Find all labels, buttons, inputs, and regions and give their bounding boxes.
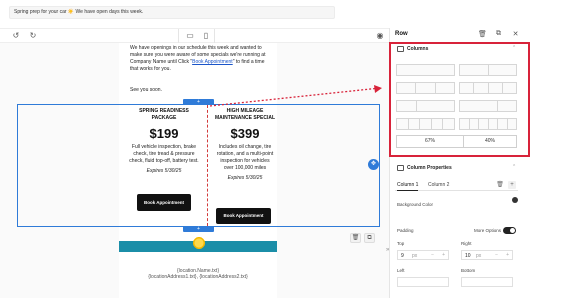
- padding-right-input[interactable]: 10 px − +: [461, 250, 513, 260]
- column-1-expires: Expires 5/30/25: [146, 168, 182, 174]
- padding-top-value: 9: [401, 253, 404, 259]
- chevron-up-icon[interactable]: ⌃: [512, 164, 516, 170]
- annotation-arrow: [209, 85, 382, 107]
- column-2-description: Includes oil change, tire rotation, and …: [216, 144, 274, 171]
- tab-column-1[interactable]: Column 1: [397, 181, 419, 191]
- column-1-description: Full vehicle inspection, brake check, ti…: [129, 144, 199, 164]
- column-1-title: SPRING READINESS PACKAGE: [139, 108, 189, 121]
- minus-icon[interactable]: −: [495, 251, 498, 259]
- toolbar-divider: [214, 29, 215, 43]
- column-2-expires: Expires 5/30/25: [227, 175, 263, 181]
- intro-text: We have openings in our schedule this we…: [130, 45, 266, 58]
- background-color-label: Background Color: [397, 202, 434, 207]
- toolbar-divider: [178, 29, 179, 43]
- editor-toolbar: ↺ ↻ ▭ ▯ ◉: [0, 28, 389, 43]
- close-panel-icon[interactable]: ✕: [511, 30, 520, 38]
- plus-icon[interactable]: +: [442, 251, 445, 259]
- layout-1-2-columns[interactable]: [396, 100, 455, 112]
- column-1[interactable]: SPRING READINESS PACKAGE $199 Full vehic…: [129, 108, 199, 175]
- column-ratio-control[interactable]: 67% 40%: [396, 135, 517, 148]
- book-appointment-link[interactable]: Book Appointment: [192, 59, 233, 65]
- column-2-title: HIGH MILEAGE MAINTENANCE SPECIAL: [215, 108, 276, 121]
- column-2-price: $399: [230, 126, 260, 141]
- book-appointment-button-2[interactable]: Book Appointment: [216, 208, 271, 224]
- more-options-toggle[interactable]: [503, 227, 516, 234]
- undo-icon[interactable]: ↺: [11, 31, 21, 41]
- padding-left-input[interactable]: [397, 277, 449, 287]
- chevron-up-icon[interactable]: ⌃: [512, 45, 516, 51]
- tab-column-2[interactable]: Column 2: [428, 181, 449, 190]
- mobile-view-icon[interactable]: ▯: [201, 31, 211, 41]
- ratio-left-value[interactable]: 67%: [397, 136, 464, 147]
- delete-block-icon[interactable]: 🗑: [350, 233, 361, 243]
- layout-6-columns[interactable]: [459, 118, 517, 130]
- layout-3-columns[interactable]: [396, 82, 455, 94]
- column-properties-icon: [397, 165, 404, 171]
- click-text: Click ": [178, 59, 193, 65]
- email-intro-paragraph[interactable]: We have openings in our schedule this we…: [130, 45, 270, 73]
- layout-5-columns[interactable]: [396, 118, 455, 130]
- layout-2-1-columns[interactable]: [459, 100, 517, 112]
- padding-right-value: 10: [465, 253, 471, 259]
- plus-icon[interactable]: +: [506, 251, 509, 259]
- duplicate-block-icon[interactable]: ⧉: [364, 233, 375, 243]
- column-divider: [207, 105, 208, 226]
- book-appointment-button-1[interactable]: Book Appointment: [137, 194, 191, 211]
- delete-row-icon[interactable]: 🗑: [478, 30, 487, 38]
- location-address: {locationAddress1.txt}, {locationAddress…: [148, 274, 248, 280]
- layout-1-column[interactable]: [396, 64, 455, 76]
- move-row-icon[interactable]: ✥: [368, 159, 379, 170]
- columns-section-title[interactable]: Columns: [407, 46, 428, 52]
- padding-top-input[interactable]: 9 px − +: [397, 250, 449, 260]
- layout-4-columns[interactable]: [459, 82, 517, 94]
- company-merge-field: Company Name: [130, 59, 167, 65]
- padding-top-unit: px: [412, 253, 418, 259]
- columns-icon: [397, 46, 404, 52]
- padding-right-unit: px: [476, 253, 482, 259]
- add-column-icon[interactable]: +: [508, 181, 516, 189]
- panel-title: Row: [395, 31, 408, 37]
- more-options-label: More Options: [474, 228, 502, 233]
- padding-bottom-input[interactable]: [461, 277, 513, 287]
- background-color-swatch[interactable]: [512, 197, 518, 203]
- ratio-right-value[interactable]: 40%: [464, 136, 516, 147]
- layout-2-columns[interactable]: [459, 64, 517, 76]
- subject-line-field[interactable]: Spring prep for your car ☀️ We have open…: [9, 6, 335, 19]
- editor-root: Spring prep for your car ☀️ We have open…: [0, 0, 571, 298]
- until-text: until: [167, 59, 177, 65]
- duplicate-row-icon[interactable]: ⧉: [494, 30, 503, 38]
- redo-icon[interactable]: ↻: [28, 31, 38, 41]
- row-bottom-add-handle[interactable]: +: [183, 226, 214, 232]
- sun-image: [192, 236, 206, 250]
- desktop-view-icon[interactable]: ▭: [185, 31, 195, 41]
- minus-icon[interactable]: −: [431, 251, 434, 259]
- left-label: Left: [397, 268, 405, 273]
- bottom-label: Bottom: [461, 268, 476, 273]
- delete-column-icon[interactable]: 🗑: [496, 181, 504, 189]
- preview-eye-icon[interactable]: ◉: [375, 31, 385, 41]
- top-label: Top: [397, 241, 405, 246]
- column-2[interactable]: HIGH MILEAGE MAINTENANCE SPECIAL $399 In…: [215, 108, 275, 182]
- right-label: Right: [461, 241, 472, 246]
- column-1-price: $199: [149, 126, 179, 141]
- column-properties-title[interactable]: Column Properties: [407, 165, 452, 171]
- padding-label: Padding: [397, 228, 414, 233]
